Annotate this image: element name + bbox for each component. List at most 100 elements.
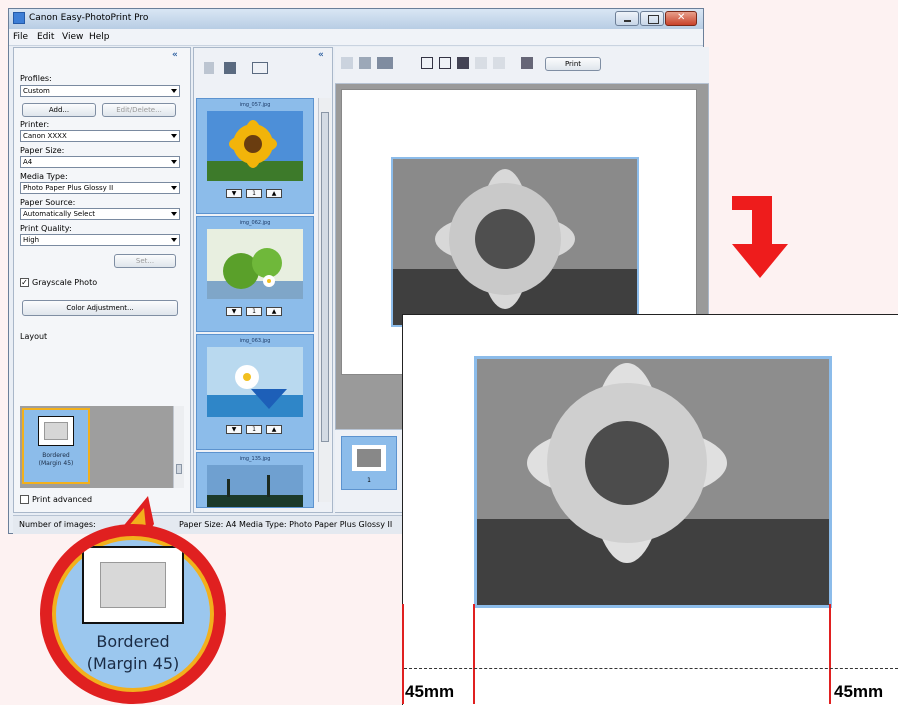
page-number: 1 [367,477,371,484]
thumbnail-remove-icon[interactable] [224,62,236,74]
print-button[interactable]: Print [545,57,601,71]
scroll-thumb[interactable] [176,464,182,474]
layout-preview-inner [44,422,68,440]
bordered-layout-inner [100,562,166,608]
right-margin-label: 45mm [834,682,884,701]
left-margin-label: 45mm [405,682,455,701]
toolbar-icon[interactable] [493,57,505,69]
status-image-count: Number of images: [19,520,96,529]
toolbar-icon[interactable] [341,57,353,69]
thumbnail-filename: img_062.jpg [239,220,271,226]
close-button[interactable]: ✕ [665,11,697,26]
thumbnail-item[interactable]: img_063.jpg ▼ 1 ▲ [196,334,314,450]
app-icon [13,12,25,24]
toolbar-icon[interactable] [475,57,487,69]
grayscale-checkbox[interactable]: ✓ [20,278,29,287]
toolbar-icon[interactable] [377,57,393,69]
print-quality-label: Print Quality: [20,224,72,233]
left-margin-line [402,604,404,704]
print-advanced-checkbox[interactable] [20,495,29,504]
enlarged-sunflower-photo [477,359,829,605]
edit-delete-button[interactable]: Edit/Delete... [102,103,176,117]
thumbnail-item[interactable]: img_135.jpg [196,452,314,508]
toolbar-icon[interactable] [521,57,533,69]
media-type-select[interactable]: Photo Paper Plus Glossy II [20,182,180,194]
settings-panel: « Profiles: Custom Add... Edit/Delete...… [13,47,191,513]
palms-photo [207,465,303,507]
decrease-count-button[interactable]: ▼ [226,307,242,316]
decrease-count-button[interactable]: ▼ [226,425,242,434]
toolbar-icon[interactable] [359,57,371,69]
thumbnail-item[interactable]: img_057.jpg ▼ 1 ▲ [196,98,314,214]
paper-size-label: Paper Size: [20,146,65,155]
count-field[interactable]: 1 [246,189,262,198]
profiles-select[interactable]: Custom [20,85,180,97]
dimension-baseline [404,668,898,669]
menu-edit[interactable]: Edit [37,32,54,42]
maximize-icon [648,15,659,24]
maximize-button[interactable] [640,11,664,26]
thumbnail-filename: img_057.jpg [239,102,271,108]
left-photo-edge-line [473,604,475,704]
enlarged-photo-frame [474,356,832,608]
callout-inner: Bordered (Margin 45) [52,536,214,692]
page-strip-item[interactable]: 1 [341,436,397,490]
layout-item-bordered[interactable]: Bordered (Margin 45) [22,408,90,484]
grayscale-label: Grayscale Photo [32,278,98,287]
right-photo-edge-line [829,604,831,704]
color-adjustment-button[interactable]: Color Adjustment... [22,300,178,316]
callout-label-line1: Bordered [96,632,170,651]
count-field[interactable]: 1 [246,307,262,316]
profiles-label: Profiles: [20,74,52,83]
set-button[interactable]: Set... [114,254,176,268]
printer-label: Printer: [20,120,50,129]
increase-count-button[interactable]: ▲ [266,425,282,434]
preview-toolbar: Print [335,47,709,84]
thumbnail-scrollbar[interactable] [318,98,331,502]
down-arrow-icon [732,196,788,278]
menu-help[interactable]: Help [89,32,110,42]
callout-label-line2: (Margin 45) [86,654,180,673]
sunflower-photo [207,111,303,181]
media-type-label: Media Type: [20,172,68,181]
paper-size-select[interactable]: A4 [20,156,180,168]
menu-file[interactable]: File [13,32,28,42]
apples-photo [207,229,303,299]
thumbnail-scroll-thumb[interactable] [321,112,329,442]
paper-source-select[interactable]: Automatically Select [20,208,180,220]
print-quality-select[interactable]: High [20,234,180,246]
thumbnail-filename: img_063.jpg [239,338,271,344]
count-field[interactable]: 1 [246,425,262,434]
decrease-count-button[interactable]: ▼ [226,189,242,198]
thumbnail-count-controls: ▼ 1 ▲ [226,307,284,317]
menu-view[interactable]: View [62,32,83,42]
add-profile-button[interactable]: Add... [22,103,96,117]
flower-glass-photo [207,347,303,417]
preview-sunflower-photo [393,159,637,325]
thumbnail-item[interactable]: img_062.jpg ▼ 1 ▲ [196,216,314,332]
thumbnail-view-icon[interactable] [252,62,268,74]
close-icon: ✕ [677,12,686,23]
layout-preview-icon [38,416,74,446]
page-strip-thumb-photo [357,449,381,467]
page-strip-thumb [352,445,386,471]
window-title: Canon Easy-PhotoPrint Pro [29,13,149,23]
printer-select[interactable]: Canon XXXX [20,130,180,142]
print-advanced-label: Print advanced [32,495,93,504]
collapse-middle-icon[interactable]: « [318,50,324,60]
increase-count-button[interactable]: ▲ [266,307,282,316]
layout-label: Layout [20,332,48,341]
layout-scrollbar[interactable] [173,406,184,488]
paper-source-label: Paper Source: [20,198,76,207]
increase-count-button[interactable]: ▲ [266,189,282,198]
collapse-left-icon[interactable]: « [172,50,178,60]
toolbar-icon[interactable] [421,57,433,69]
toolbar-icon[interactable] [439,57,451,69]
preview-photo-frame[interactable] [391,157,639,327]
layout-item-line1: Bordered [42,452,70,459]
minimize-button[interactable] [615,11,639,26]
thumbnail-tool-icon[interactable] [204,62,214,74]
thumbnail-panel: « img_057.jpg ▼ 1 ▲ img_062.jpg ▼ 1 ▲ im… [193,47,333,513]
bordered-layout-icon [82,546,184,624]
toolbar-icon[interactable] [457,57,469,69]
